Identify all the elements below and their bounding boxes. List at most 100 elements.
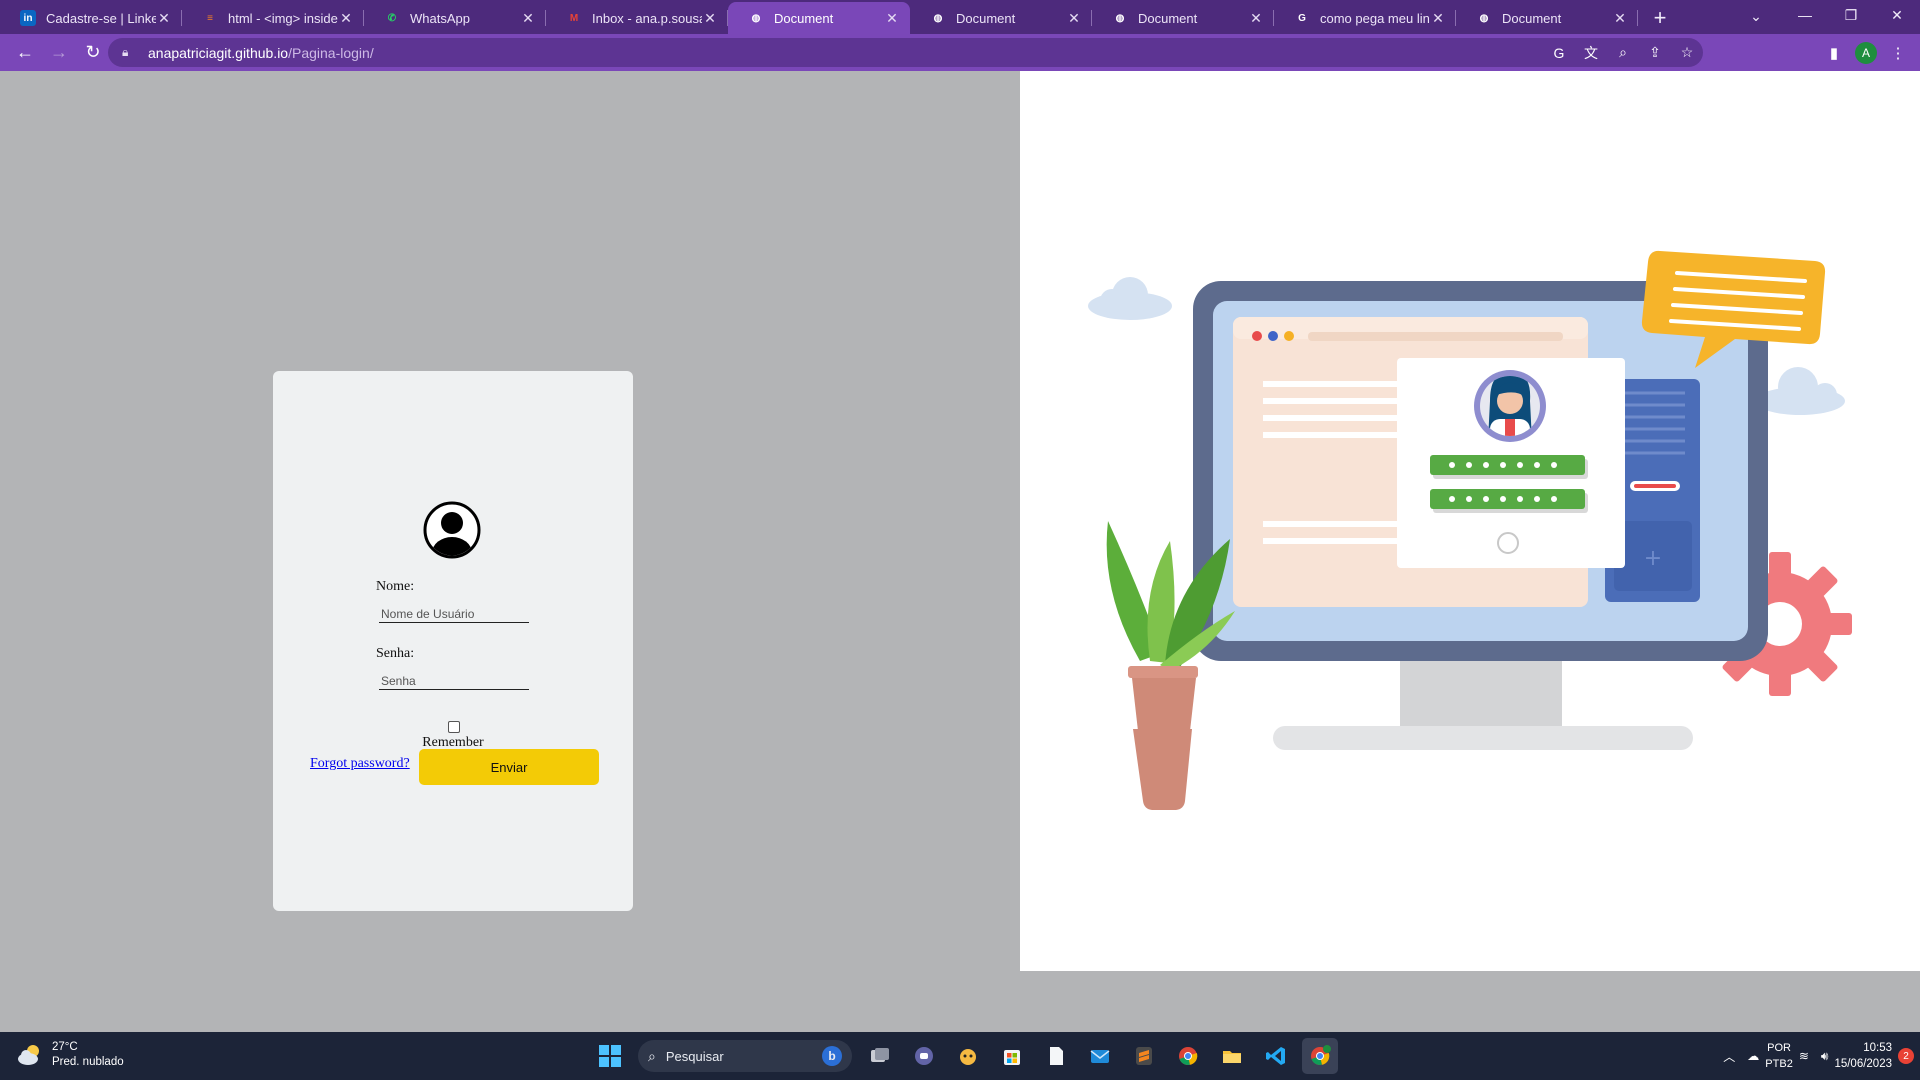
reload-icon[interactable]: ↻ (76, 36, 110, 70)
address-bar[interactable]: 🔒︎ anapatriciagit.github.io/Pagina-login… (108, 38, 1703, 67)
share-icon[interactable]: ⇪ (1639, 44, 1671, 61)
clock-date: 15/06/2023 (1834, 1058, 1892, 1070)
clock-time: 10:53 (1863, 1042, 1892, 1054)
onedrive-offline-icon[interactable]: ☁︎ (1747, 1049, 1759, 1063)
close-window-icon[interactable]: ✕ (1874, 0, 1920, 30)
minimize-icon[interactable]: — (1782, 0, 1828, 30)
linkedin-icon: in (20, 10, 36, 26)
windows-start-icon[interactable] (592, 1038, 628, 1074)
login-card: Nome: Senha: Remember Forgot password? E… (273, 371, 633, 911)
close-tab-icon[interactable]: ✕ (702, 10, 718, 26)
globe-icon: ◍ (1479, 12, 1489, 24)
translate-icon[interactable]: 文 (1575, 43, 1607, 63)
back-arrow-icon[interactable]: ← (8, 36, 42, 70)
new-tab-plus-icon[interactable]: + (1642, 2, 1678, 34)
browser-tab-2[interactable]: ≡ html - <img> inside ✕ (182, 2, 364, 34)
system-tray: ︿ ☁︎ POR PTB2 ≋ 🔊︎ 10:53 15/06/2023 2 (1717, 1032, 1920, 1080)
zoom-icon[interactable]: ⌕ (1607, 44, 1639, 61)
submit-button[interactable]: Enviar (419, 749, 599, 785)
side-panel-icon[interactable]: ▮ (1818, 37, 1850, 69)
login-illustration-image: + (1088, 250, 1852, 810)
partly-cloudy-icon (18, 1045, 39, 1065)
remember-checkbox[interactable] (448, 721, 460, 733)
browser-tab-7[interactable]: ◍ Document ✕ (1092, 2, 1274, 34)
wifi-icon[interactable]: ≋ (1799, 1049, 1809, 1063)
tab-search-icon[interactable]: ⌄ (1738, 2, 1774, 30)
vscode-icon[interactable] (1258, 1038, 1294, 1074)
close-tab-icon[interactable]: ✕ (1248, 10, 1264, 26)
google-lens-icon[interactable]: G (1543, 45, 1575, 61)
search-icon: ⌕ (648, 1047, 656, 1064)
close-tab-icon[interactable]: ✕ (884, 10, 900, 26)
globe-icon: ◍ (751, 12, 761, 24)
window-controls: — ❐ ✕ (1782, 0, 1920, 30)
url-path: /Pagina-login/ (288, 44, 374, 61)
windows-taskbar: 27°C Pred. nublado ⌕ Pesquisar b ︿ ☁︎ PO… (0, 1032, 1920, 1080)
close-tab-icon[interactable]: ✕ (1612, 10, 1628, 26)
taskbar-search-placeholder: Pesquisar (665, 1048, 724, 1064)
gaming-cat-icon[interactable] (950, 1038, 986, 1074)
bing-icon[interactable]: b (822, 1046, 842, 1066)
chrome-profile-icon[interactable] (1302, 1038, 1338, 1074)
browser-tab-5[interactable]: ◍ Document ✕ (728, 2, 910, 34)
forward-arrow-icon[interactable]: → (42, 36, 76, 70)
restore-icon[interactable]: ❐ (1828, 0, 1874, 30)
weather-temperature: 27°C (52, 1041, 78, 1053)
tab-title: como pega meu link p (1320, 10, 1430, 26)
tab-title: html - <img> inside (228, 10, 338, 26)
clock[interactable]: 10:53 15/06/2023 (1834, 1040, 1892, 1072)
weather-widget[interactable]: 27°C Pred. nublado (16, 1040, 124, 1070)
taskbar-search-input[interactable]: ⌕ Pesquisar b (638, 1040, 852, 1072)
browser-tab-9[interactable]: ◍ Document ✕ (1456, 2, 1638, 34)
user-avatar-icon (423, 501, 481, 559)
plant-icon (1106, 521, 1235, 810)
url-host: anapatriciagit.github.io (148, 44, 289, 61)
globe-icon: ◍ (1115, 12, 1125, 24)
close-tab-icon[interactable]: ✕ (1430, 10, 1446, 26)
monitor-base (1273, 726, 1693, 750)
volume-icon[interactable]: 🔊︎ (1821, 1049, 1829, 1064)
name-label: Nome: (376, 579, 415, 594)
close-tab-icon[interactable]: ✕ (338, 10, 354, 26)
microsoft-store-icon[interactable] (994, 1038, 1030, 1074)
tab-title: Document (1138, 10, 1198, 26)
tab-separator (1637, 10, 1638, 26)
language-indicator[interactable]: POR PTB2 (1765, 1040, 1793, 1072)
browser-toolbar: ← → ↻ 🔒︎ anapatriciagit.github.io/Pagina… (0, 34, 1920, 71)
bookmark-star-icon[interactable]: ☆ (1671, 44, 1703, 61)
tab-title: Document (1502, 10, 1562, 26)
close-tab-icon[interactable]: ✕ (156, 10, 172, 26)
password-input[interactable] (379, 666, 529, 690)
tab-title: Document (956, 10, 1016, 26)
tab-title: Document (774, 10, 834, 26)
username-input[interactable] (379, 599, 529, 623)
notepad-file-icon[interactable] (1038, 1038, 1074, 1074)
browser-tab-6[interactable]: ◍ Document ✕ (910, 2, 1092, 34)
chrome-icon[interactable] (1170, 1038, 1206, 1074)
task-view-icon[interactable] (862, 1038, 898, 1074)
file-explorer-icon[interactable] (1214, 1038, 1250, 1074)
forgot-password-link[interactable]: Forgot password? (310, 756, 410, 772)
close-tab-icon[interactable]: ✕ (1066, 10, 1082, 26)
globe-icon: ◍ (933, 12, 943, 24)
keyboard-layout: PTB2 (1765, 1058, 1793, 1070)
illustration-panel: + (1020, 71, 1920, 971)
taskbar-apps: ⌕ Pesquisar b (588, 1036, 1342, 1076)
sublime-text-icon[interactable] (1126, 1038, 1162, 1074)
profile-avatar[interactable]: A (1855, 42, 1877, 64)
tab-title: Inbox - ana.p.sousa00 (592, 10, 702, 26)
notification-badge[interactable]: 2 (1898, 1048, 1914, 1064)
menu-kebab-icon[interactable]: ⋮ (1882, 37, 1914, 69)
browser-tab-4[interactable]: M Inbox - ana.p.sousa00 ✕ (546, 2, 728, 34)
stackoverflow-icon: ≡ (207, 12, 213, 24)
close-tab-icon[interactable]: ✕ (520, 10, 536, 26)
browser-tab-1[interactable]: in Cadastre-se | LinkedIn ✕ (0, 2, 182, 34)
chevron-up-icon[interactable]: ︿ (1723, 1048, 1735, 1065)
lock-icon[interactable]: 🔒︎ (122, 45, 136, 60)
tab-title: Cadastre-se | LinkedIn (46, 10, 156, 26)
cloud-right (1755, 367, 1845, 415)
browser-tab-8[interactable]: G como pega meu link p ✕ (1274, 2, 1456, 34)
browser-tab-3[interactable]: ✆ WhatsApp ✕ (364, 2, 546, 34)
mail-icon[interactable] (1082, 1038, 1118, 1074)
teams-chat-icon[interactable] (906, 1038, 942, 1074)
